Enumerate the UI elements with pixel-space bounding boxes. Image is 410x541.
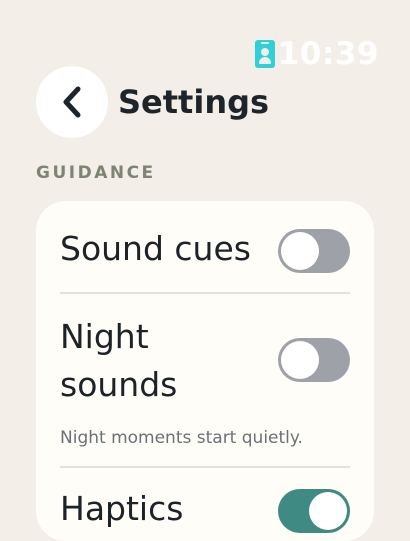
setting-row-night-sounds[interactable]: Night sounds	[60, 313, 350, 413]
night-sounds-toggle[interactable]	[278, 338, 350, 382]
sound-cues-toggle[interactable]	[278, 229, 350, 273]
setting-row-sound-cues[interactable]: Sound cues	[60, 225, 350, 277]
setting-label: Haptics	[60, 489, 184, 528]
third-setting-toggle[interactable]	[278, 489, 350, 533]
toggle-knob	[281, 341, 319, 379]
divider	[60, 466, 350, 468]
back-button[interactable]	[36, 66, 108, 138]
status-bar: 10:39	[254, 36, 379, 72]
chevron-left-icon	[63, 86, 81, 118]
section-label: GUIDANCE	[36, 163, 156, 183]
settings-card: Sound cues Night sounds Night moments st…	[36, 201, 374, 541]
divider	[60, 292, 350, 294]
page-title: Settings	[118, 83, 270, 121]
setting-label: Sound cues	[60, 229, 251, 268]
header: Settings	[36, 66, 269, 138]
setting-row-third[interactable]: Haptics	[60, 485, 350, 537]
status-time: 10:39	[277, 36, 379, 72]
toggle-knob	[281, 232, 319, 270]
toggle-knob	[309, 492, 347, 530]
night-sounds-hint: Night moments start quietly.	[60, 428, 303, 448]
id-badge-icon	[254, 40, 275, 68]
